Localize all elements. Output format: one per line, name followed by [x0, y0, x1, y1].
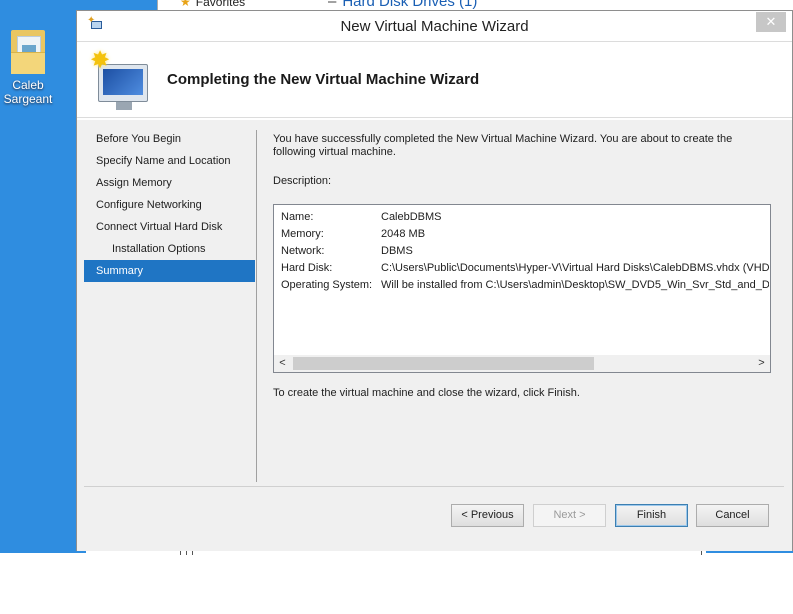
nav-divider [256, 130, 257, 482]
favorites-star-icon: ★ [180, 0, 191, 9]
summary-key: Hard Disk: [281, 262, 333, 274]
step-summary[interactable]: Summary [84, 260, 255, 282]
summary-row-network: Network: DBMS [281, 243, 769, 260]
wizard-steps-nav: Before You Begin Specify Name and Locati… [84, 128, 255, 478]
summary-row-hard-disk: Hard Disk: C:\Users\Public\Documents\Hype… [281, 260, 769, 277]
description-label: Description: [273, 175, 332, 187]
step-specify-name-location[interactable]: Specify Name and Location [84, 150, 255, 172]
next-button[interactable]: Next > [533, 504, 606, 527]
computer-folder-icon [11, 30, 45, 74]
horizontal-scrollbar[interactable]: < > [274, 355, 770, 372]
summary-content: You have successfully completed the New … [273, 133, 771, 399]
step-configure-networking[interactable]: Configure Networking [84, 194, 255, 216]
step-installation-options[interactable]: Installation Options [84, 238, 255, 260]
hard-disk-drives-group[interactable]: ‒ Hard Disk Drives (1) [328, 0, 477, 10]
summary-row-operating-system: Operating System: Will be installed from … [281, 277, 769, 294]
desktop-icon-caleb-sargeant[interactable]: Caleb Sargeant [2, 30, 54, 106]
wizard-monitor-icon: ✸ [90, 47, 152, 112]
footer-divider [84, 486, 784, 487]
wizard-header: ✸ Completing the New Virtual Machine Wiz… [77, 41, 792, 118]
previous-button[interactable]: < Previous [451, 504, 524, 527]
close-icon: ✕ [765, 14, 777, 29]
step-connect-virtual-hard-disk[interactable]: Connect Virtual Hard Disk [84, 216, 255, 238]
step-before-you-begin[interactable]: Before You Begin [84, 128, 255, 150]
desktop-bottom-area [0, 553, 793, 614]
finish-instruction: To create the virtual machine and close … [273, 387, 580, 399]
scroll-right-button[interactable]: > [753, 355, 770, 372]
new-vm-wizard-window: ✦ New Virtual Machine Wizard ✕ ✸ Complet… [76, 10, 793, 551]
summary-value: Will be installed from C:\Users\admin\De… [381, 279, 769, 291]
title-bar[interactable]: ✦ New Virtual Machine Wizard ✕ [77, 11, 792, 41]
summary-row-name: Name: CalebDBMS [281, 209, 769, 226]
window-title: New Virtual Machine Wizard [340, 18, 529, 35]
summary-row-memory: Memory: 2048 MB [281, 226, 769, 243]
summary-key: Operating System: [281, 279, 373, 291]
step-assign-memory[interactable]: Assign Memory [84, 172, 255, 194]
hard-disk-drives-label: Hard Disk Drives (1) [342, 0, 478, 10]
intro-text: You have successfully completed the New … [273, 133, 733, 158]
summary-value: C:\Users\Public\Documents\Hyper-V\Virtua… [381, 262, 769, 274]
finish-button[interactable]: Finish [615, 504, 688, 527]
favorites-nav-item[interactable]: ★ Favorites [180, 0, 245, 9]
description-box[interactable]: Name: CalebDBMS Memory: 2048 MB Network: DB… [273, 204, 771, 373]
summary-key: Name: [281, 211, 314, 223]
summary-value: 2048 MB [381, 228, 426, 240]
page-heading: Completing the New Virtual Machine Wizar… [167, 71, 480, 88]
summary-value: DBMS [381, 245, 413, 257]
scroll-left-button[interactable]: < [274, 355, 291, 372]
close-button[interactable]: ✕ [756, 12, 786, 32]
summary-key: Memory: [281, 228, 324, 240]
favorites-label: Favorites [195, 0, 246, 9]
wizard-body: Before You Begin Specify Name and Locati… [77, 120, 792, 551]
desktop-icon-label: Caleb Sargeant [3, 78, 53, 106]
summary-list: Name: CalebDBMS Memory: 2048 MB Network: DB… [281, 209, 769, 294]
summary-value: CalebDBMS [381, 211, 442, 223]
scroll-thumb[interactable] [293, 357, 594, 370]
summary-key: Network: [281, 245, 325, 257]
cancel-button[interactable]: Cancel [696, 504, 769, 527]
collapse-dash-icon: ‒ [328, 0, 337, 10]
